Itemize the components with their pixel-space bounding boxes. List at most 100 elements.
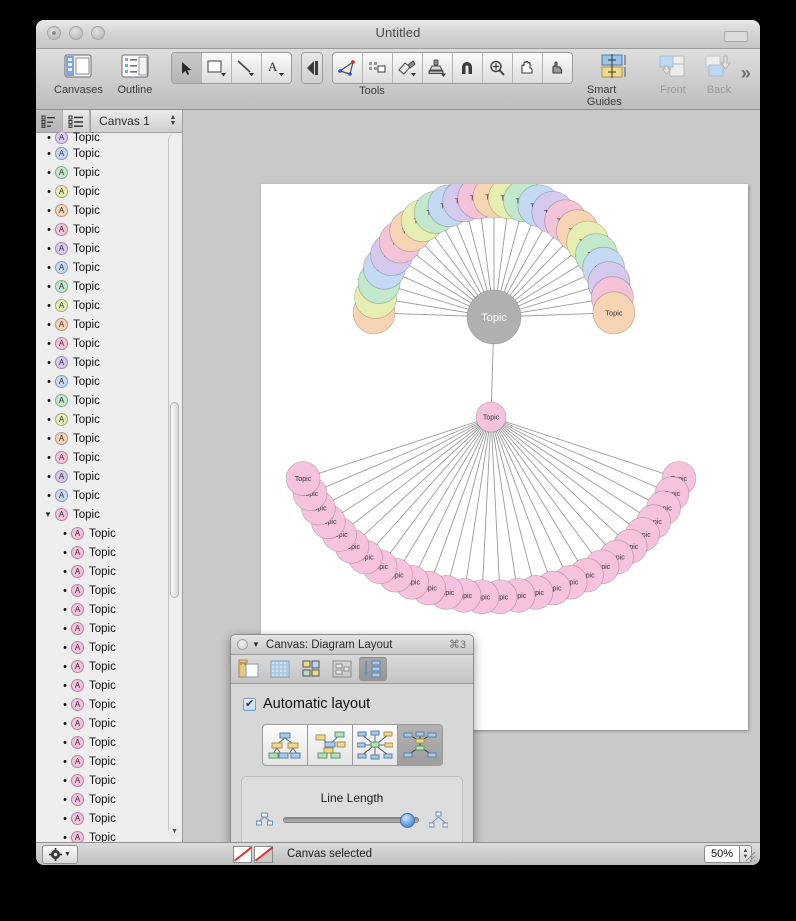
- sidebar-scrollbar[interactable]: [168, 134, 180, 834]
- toolbar-toggle-button[interactable]: [724, 31, 748, 42]
- outline-row[interactable]: • A Topic: [36, 638, 182, 657]
- text-tool-icon[interactable]: A: [262, 53, 291, 83]
- outline-row[interactable]: • A Topic: [36, 695, 182, 714]
- outline-row[interactable]: • A Topic: [36, 809, 182, 828]
- paintbrush-tool-icon[interactable]: [393, 53, 423, 83]
- rubber-stamp-tool-icon[interactable]: [423, 53, 453, 83]
- inspector-collapse-icon[interactable]: ▼: [252, 640, 260, 649]
- outline-list[interactable]: • A Topic • A Topic • A Topic • A Topic • A Topic • A Top…: [36, 132, 182, 845]
- magnet-tool-icon[interactable]: [453, 53, 483, 83]
- automatic-layout-row[interactable]: Automatic layout: [243, 696, 463, 712]
- back-button[interactable]: [697, 49, 741, 83]
- outline-row[interactable]: • A Topic: [36, 562, 182, 581]
- outline-row[interactable]: • A Topic: [36, 201, 182, 220]
- fill-color-swatch[interactable]: [233, 845, 252, 863]
- smart-guides-button[interactable]: [587, 49, 643, 83]
- outline-row[interactable]: • A Topic: [36, 733, 182, 752]
- pen-tool-icon[interactable]: [333, 53, 363, 83]
- outline-row[interactable]: • A Topic: [36, 486, 182, 505]
- canvases-button[interactable]: [56, 49, 100, 83]
- line-length-slider[interactable]: [283, 812, 419, 828]
- outline-row[interactable]: • A Topic: [36, 752, 182, 771]
- tree-layout-style[interactable]: [306, 724, 352, 766]
- selection-tool-icon[interactable]: [171, 53, 202, 83]
- outline-row[interactable]: • A Topic: [36, 524, 182, 543]
- line-length-knob[interactable]: [400, 812, 416, 828]
- radial-layout-style[interactable]: [351, 724, 397, 766]
- outline-row[interactable]: • A Topic: [36, 467, 182, 486]
- outline-row-label: Topic: [89, 698, 116, 711]
- grid-tab[interactable]: [266, 657, 294, 681]
- zoom-tool-icon[interactable]: [483, 53, 513, 83]
- hierarchical-layout-style[interactable]: [261, 724, 307, 766]
- topic-badge-icon: A: [55, 451, 68, 464]
- outline-button[interactable]: [113, 49, 157, 83]
- canvas-stepper[interactable]: ▲ ▼: [168, 114, 178, 127]
- line-tool-icon[interactable]: [232, 53, 262, 83]
- disclosure-triangle[interactable]: ▼: [44, 510, 54, 520]
- tools-group: A Tools: [170, 49, 573, 97]
- outline-row[interactable]: • A Topic: [36, 163, 182, 182]
- row-bullet: •: [47, 242, 51, 255]
- browse-tool-icon[interactable]: [543, 53, 572, 83]
- outline-row[interactable]: • A Topic: [36, 220, 182, 239]
- sidebar-scroll-down-arrow[interactable]: ▼: [169, 826, 180, 838]
- outline-row[interactable]: • A Topic: [36, 296, 182, 315]
- outline-row[interactable]: • A Topic: [36, 353, 182, 372]
- outline-row[interactable]: • A Topic: [36, 543, 182, 562]
- outline-row[interactable]: • A Topic: [36, 790, 182, 809]
- outline-row[interactable]: • A Topic: [36, 448, 182, 467]
- row-bullet: •: [47, 261, 51, 274]
- diagram-node[interactable]: Topic: [466, 289, 522, 345]
- inspector-close-button[interactable]: [237, 639, 248, 650]
- outline-row[interactable]: • A Topic: [36, 372, 182, 391]
- outline-row[interactable]: • A Topic: [36, 144, 182, 163]
- force-directed-layout-style[interactable]: [396, 724, 443, 766]
- outline-row[interactable]: • A Topic: [36, 315, 182, 334]
- automatic-layout-checkbox[interactable]: [243, 697, 256, 711]
- front-button[interactable]: [651, 49, 695, 83]
- diagram-layout-tab[interactable]: [359, 657, 387, 681]
- topic-badge-icon: A: [71, 660, 84, 673]
- resize-grip-icon[interactable]: [743, 849, 757, 863]
- diagram-node[interactable]: Topic: [285, 461, 321, 496]
- stroke-color-swatch[interactable]: [254, 845, 273, 863]
- outline-row[interactable]: • A Topic: [36, 277, 182, 296]
- outline-row[interactable]: • A Topic: [36, 619, 182, 638]
- toggle-tools-button[interactable]: [300, 52, 323, 84]
- outline-row[interactable]: • A Topic: [36, 657, 182, 676]
- outline-row[interactable]: ▼ A Topic: [36, 505, 182, 524]
- outline-row[interactable]: • A Topic: [36, 771, 182, 790]
- outline-row-label: Topic: [73, 318, 100, 331]
- outline-row-label: Topic: [73, 394, 100, 407]
- outline-row[interactable]: • A Topic: [36, 714, 182, 733]
- canvas-list-view-icon[interactable]: [36, 110, 63, 132]
- topic-badge-icon: A: [71, 812, 84, 825]
- hand-tool-icon[interactable]: [513, 53, 543, 83]
- action-gear-button[interactable]: ▼: [42, 844, 78, 864]
- diagram-node[interactable]: Topic: [475, 401, 507, 433]
- sidebar-scroll-thumb[interactable]: [170, 402, 179, 598]
- outline-row[interactable]: • A Topic: [36, 258, 182, 277]
- canvas-size-tab[interactable]: [235, 657, 263, 681]
- diagram-node[interactable]: Topic: [592, 291, 636, 335]
- outline-row[interactable]: • A Topic: [36, 132, 182, 144]
- outline-row[interactable]: • A Topic: [36, 581, 182, 600]
- toolbar-overflow-button[interactable]: »: [741, 63, 751, 84]
- outline-row[interactable]: • A Topic: [36, 334, 182, 353]
- outline-view-icon[interactable]: [63, 110, 90, 132]
- outline-row[interactable]: • A Topic: [36, 600, 182, 619]
- outline-row[interactable]: • A Topic: [36, 410, 182, 429]
- arrange-tab[interactable]: [328, 657, 356, 681]
- zoom-value[interactable]: 50%: [704, 845, 740, 863]
- outline-row[interactable]: • A Topic: [36, 182, 182, 201]
- alignment-tab[interactable]: [297, 657, 325, 681]
- outline-row[interactable]: • A Topic: [36, 239, 182, 258]
- automatic-layout-label: Automatic layout: [263, 696, 371, 712]
- outline-row[interactable]: • A Topic: [36, 429, 182, 448]
- diagram-tool-icon[interactable]: [363, 53, 393, 83]
- diagram-layout-inspector[interactable]: ▼ Canvas: Diagram Layout ⌘3 ✔ Automatic …: [230, 634, 474, 865]
- shape-tool-icon[interactable]: [202, 53, 232, 83]
- outline-row[interactable]: • A Topic: [36, 391, 182, 410]
- outline-row[interactable]: • A Topic: [36, 676, 182, 695]
